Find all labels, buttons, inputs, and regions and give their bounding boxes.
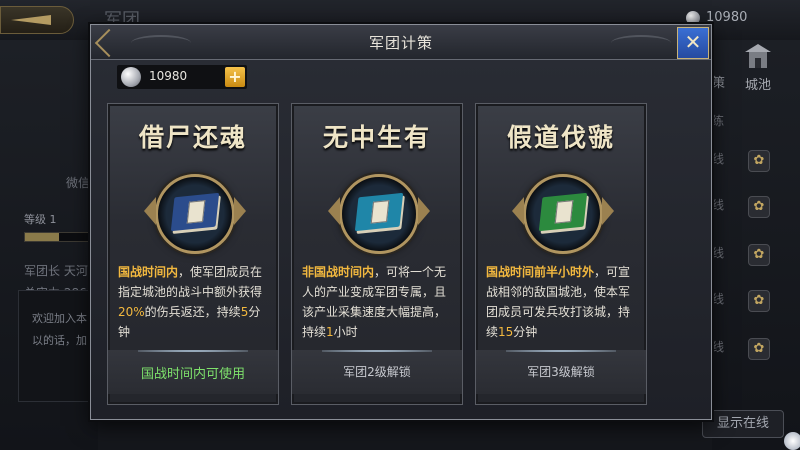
corner-orb-icon[interactable] (784, 432, 800, 450)
right-row[interactable]: 线 ✿ (712, 150, 778, 172)
green-tome-icon (512, 174, 614, 254)
close-button[interactable]: ✕ (677, 27, 709, 59)
tab-city[interactable]: 城池 (738, 42, 778, 93)
right-row-label: 线 (712, 340, 725, 354)
silver-coin-icon (121, 67, 141, 87)
card-footer: 军团3级解锁 (476, 350, 646, 394)
card-title: 无中生有 (322, 123, 431, 152)
silver-coin-icon (686, 10, 700, 25)
leader-label: 军团长 天河 (24, 264, 88, 278)
top-currency: 10980 (686, 10, 747, 25)
card-footer: 国战时间内可使用 (108, 350, 278, 394)
gear-icon[interactable]: ✿ (748, 150, 770, 172)
welcome-text-2: 以的话，加 (32, 334, 87, 347)
add-currency-button[interactable]: + (225, 67, 245, 87)
tab-strategy[interactable]: 策 (712, 72, 725, 91)
right-row[interactable]: 线 ✿ (712, 196, 778, 218)
card-description: 非国战时间内，可将一个无人的产业变成军团专属，且该产业采集速度大幅提高，持续1小… (302, 265, 447, 339)
gear-icon[interactable]: ✿ (748, 290, 770, 312)
currency-value: 10980 (149, 69, 188, 83)
card-description: 国战时间内，使军团成员在指定城池的战斗中额外获得20%的伤兵返还，持续5分钟 (118, 265, 263, 339)
blue-tome-icon (144, 174, 246, 254)
back-button[interactable] (0, 6, 74, 34)
tab-city-label: 城池 (744, 78, 771, 93)
right-row-label: 线 (712, 292, 725, 306)
welcome-text-1: 欢迎加入本 (32, 312, 87, 325)
card-status: 军团2级解锁 (343, 365, 411, 379)
dialog-header: 军团计策 ✕ (91, 25, 711, 60)
left-label: 微信 (66, 176, 91, 190)
strategy-card[interactable]: 假道伐虢 国战时间前半小时外，可宣战相邻的敌国城池，使本军团成员可发兵攻打该城，… (475, 103, 647, 405)
right-row[interactable]: 线 ✿ (712, 290, 778, 312)
dialog-title: 军团计策 (368, 34, 433, 52)
cyan-tome-icon (328, 174, 430, 254)
card-title: 假道伐虢 (506, 123, 615, 152)
gear-icon[interactable]: ✿ (748, 244, 770, 266)
right-row-label: 练 (712, 114, 725, 128)
gear-icon[interactable]: ✿ (748, 338, 770, 360)
right-row: 练 (712, 112, 778, 134)
card-status: 军团3级解锁 (527, 365, 595, 379)
close-x-icon: ✕ (684, 30, 702, 54)
right-row-label: 线 (712, 246, 725, 260)
strategy-card[interactable]: 无中生有 非国战时间内，可将一个无人的产业变成军团专属，且该产业采集速度大幅提高… (291, 103, 463, 405)
level-label: 等级 1 (24, 213, 57, 226)
right-row[interactable]: 线 ✿ (712, 338, 778, 360)
show-online-button[interactable]: 显示在线 (702, 410, 784, 438)
level-progress-bar (24, 232, 96, 242)
card-title: 借尸还魂 (138, 123, 247, 152)
strategy-dialog: 军团计策 ✕ 10980 + 借尸还魂 国战时间内，使军团成员在指定城池的战斗中… (90, 24, 712, 420)
strategy-card[interactable]: 借尸还魂 国战时间内，使军团成员在指定城池的战斗中额外获得20%的伤兵返还，持续… (107, 103, 279, 405)
city-gate-icon (745, 44, 771, 68)
right-row-label: 线 (712, 152, 725, 166)
right-row[interactable]: 线 ✿ (712, 244, 778, 266)
card-description: 国战时间前半小时外，可宣战相邻的敌国城池，使本军团成员可发兵攻打该城，持续15分… (486, 265, 631, 339)
card-status: 国战时间内可使用 (140, 367, 245, 382)
right-row-label: 线 (712, 198, 725, 212)
top-currency-value: 10980 (706, 10, 748, 25)
gear-icon[interactable]: ✿ (748, 196, 770, 218)
card-footer: 军团2级解锁 (292, 350, 462, 394)
